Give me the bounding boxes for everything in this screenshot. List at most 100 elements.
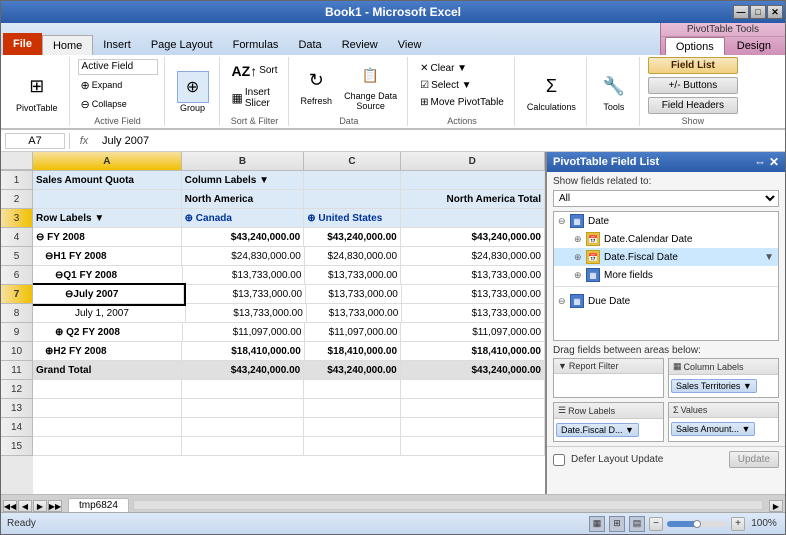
cell-d4[interactable]: $43,240,000.00: [401, 228, 545, 247]
defer-checkbox[interactable]: [553, 454, 565, 466]
cell-a4[interactable]: ⊖ FY 2008: [33, 228, 182, 247]
calculations-btn[interactable]: Σ Calculations: [523, 70, 580, 114]
cell-a8[interactable]: July 1, 2007: [33, 304, 186, 323]
cell-a10[interactable]: ⊕H2 FY 2008: [33, 342, 182, 361]
cell-a9[interactable]: ⊕ Q2 FY 2008: [33, 323, 183, 342]
cell-a11[interactable]: Grand Total: [33, 361, 182, 380]
cell-c7[interactable]: $13,733,000.00: [306, 285, 402, 304]
sales-territories-chip[interactable]: Sales Territories ▼: [671, 379, 757, 393]
active-field-input[interactable]: Active Field: [78, 59, 158, 75]
scroll-bar-horizontal[interactable]: [133, 500, 763, 510]
sheet-nav-next[interactable]: ▶: [33, 500, 47, 512]
field-item-fiscal-date[interactable]: ⊕ 📅 Date.Fiscal Date ▼: [554, 248, 778, 266]
zoom-out-btn[interactable]: −: [649, 517, 663, 531]
field-item-calendar-date[interactable]: ⊕ 📅 Date.Calendar Date: [554, 230, 778, 248]
tools-btn[interactable]: 🔧 Tools: [595, 70, 633, 114]
col-header-a[interactable]: A: [33, 152, 182, 170]
pivot-panel-close-icon[interactable]: ✕: [769, 155, 779, 169]
cell-b8[interactable]: $13,733,000.00: [186, 304, 307, 323]
select-btn[interactable]: ☑ Select ▼: [416, 78, 508, 93]
tab-insert[interactable]: Insert: [93, 35, 141, 55]
tab-options[interactable]: Options: [665, 37, 725, 55]
field-item-date[interactable]: ⊖ ▦ Date: [554, 212, 778, 230]
cell-c2[interactable]: [304, 190, 401, 209]
cell-d8[interactable]: $13,733,000.00: [402, 304, 545, 323]
cell-b10[interactable]: $18,410,000.00: [182, 342, 304, 361]
field-item-more-fields[interactable]: ⊕ ▦ More fields: [554, 266, 778, 284]
sheet-nav-prev[interactable]: ◀: [18, 500, 32, 512]
cell-c1[interactable]: [304, 171, 401, 190]
tab-data[interactable]: Data: [288, 35, 331, 55]
cell-c11[interactable]: $43,240,000.00: [304, 361, 401, 380]
refresh-btn[interactable]: ↻ Refresh: [297, 64, 337, 108]
zoom-in-btn[interactable]: +: [731, 517, 745, 531]
tab-design[interactable]: Design: [727, 37, 781, 55]
cell-d2[interactable]: North America Total: [401, 190, 545, 209]
cell-c3[interactable]: ⊕ United States: [304, 209, 401, 228]
field-headers-btn[interactable]: Field Headers: [648, 97, 738, 114]
cell-c4[interactable]: $43,240,000.00: [304, 228, 401, 247]
cell-b3[interactable]: ⊕ Canada: [182, 209, 305, 228]
cell-c8[interactable]: $13,733,000.00: [307, 304, 402, 323]
cell-d7[interactable]: $13,733,000.00: [402, 285, 545, 304]
cell-d11[interactable]: $43,240,000.00: [401, 361, 545, 380]
col-header-c[interactable]: C: [304, 152, 400, 170]
cell-c10[interactable]: $18,410,000.00: [305, 342, 401, 361]
close-btn[interactable]: ✕: [767, 5, 783, 19]
col-header-d[interactable]: D: [401, 152, 545, 170]
cell-b1[interactable]: Column Labels ▼: [182, 171, 305, 190]
cell-a3[interactable]: Row Labels ▼: [33, 209, 182, 228]
tab-review[interactable]: Review: [332, 35, 388, 55]
maximize-btn[interactable]: □: [750, 5, 766, 19]
show-related-select[interactable]: All: [553, 190, 779, 207]
sheet-tab-tmp6824[interactable]: tmp6824: [68, 498, 129, 512]
cell-b9[interactable]: $11,097,000.00: [183, 323, 305, 342]
cell-b6[interactable]: $13,733,000.00: [183, 266, 305, 285]
cell-d3[interactable]: [401, 209, 545, 228]
cell-b2[interactable]: North America: [182, 190, 305, 209]
cell-d6[interactable]: $13,733,000.00: [401, 266, 545, 285]
plus-minus-buttons-btn[interactable]: +/- Buttons: [648, 77, 738, 94]
sheet-nav-last[interactable]: ▶▶: [48, 500, 62, 512]
cell-d10[interactable]: $18,410,000.00: [401, 342, 545, 361]
date-fiscal-chip[interactable]: Date.Fiscal D... ▼: [556, 423, 639, 437]
cell-c6[interactable]: $13,733,000.00: [305, 266, 401, 285]
cell-b7[interactable]: $13,733,000.00: [184, 285, 306, 304]
zoom-slider[interactable]: [667, 521, 727, 527]
update-btn[interactable]: Update: [729, 451, 779, 468]
cell-d5[interactable]: $24,830,000.00: [401, 247, 545, 266]
group-btn[interactable]: ⊕ Group: [173, 69, 213, 115]
change-data-source-btn[interactable]: 📋 Change DataSource: [340, 59, 401, 113]
cell-a1[interactable]: Sales Amount Quota: [33, 171, 182, 190]
view-page-break-btn[interactable]: ▤: [629, 516, 645, 532]
minimize-btn[interactable]: —: [733, 5, 749, 19]
sort-btn[interactable]: AZ↑ Sort: [228, 60, 282, 82]
cell-c5[interactable]: $24,830,000.00: [305, 247, 401, 266]
active-field-collapse-btn[interactable]: ⊖Collapse: [78, 96, 158, 113]
pivot-panel-resize-icon[interactable]: ⇔: [754, 155, 766, 169]
sales-amount-chip[interactable]: Sales Amount... ▼: [671, 422, 755, 436]
scroll-right-btn[interactable]: ▶: [769, 500, 783, 512]
col-header-b[interactable]: B: [182, 152, 305, 170]
clear-btn[interactable]: ✕ Clear ▼: [416, 61, 508, 76]
cell-a2[interactable]: [33, 190, 182, 209]
view-layout-btn[interactable]: ⊞: [609, 516, 625, 532]
cell-d1[interactable]: [401, 171, 545, 190]
active-field-expand-btn[interactable]: ⊕Expand: [78, 77, 158, 94]
cell-c9[interactable]: $11,097,000.00: [305, 323, 401, 342]
tab-page-layout[interactable]: Page Layout: [141, 35, 223, 55]
tab-file[interactable]: File: [3, 33, 42, 55]
cell-d9[interactable]: $11,097,000.00: [401, 323, 545, 342]
sheet-nav-first[interactable]: ◀◀: [3, 500, 17, 512]
pivottable-btn[interactable]: ⊞ PivotTable: [11, 68, 63, 116]
tab-view[interactable]: View: [388, 35, 432, 55]
view-normal-btn[interactable]: ▦: [589, 516, 605, 532]
formula-input[interactable]: July 2007: [98, 134, 781, 148]
cell-b4[interactable]: $43,240,000.00: [182, 228, 305, 247]
tab-formulas[interactable]: Formulas: [223, 35, 289, 55]
field-item-due-date[interactable]: ⊖ ▦ Due Date: [554, 292, 778, 310]
cell-a5[interactable]: ⊖H1 FY 2008: [33, 247, 182, 266]
cell-b11[interactable]: $43,240,000.00: [182, 361, 305, 380]
move-pivot-btn[interactable]: ⊞ Move PivotTable: [416, 95, 508, 110]
tab-home[interactable]: Home: [42, 35, 93, 55]
